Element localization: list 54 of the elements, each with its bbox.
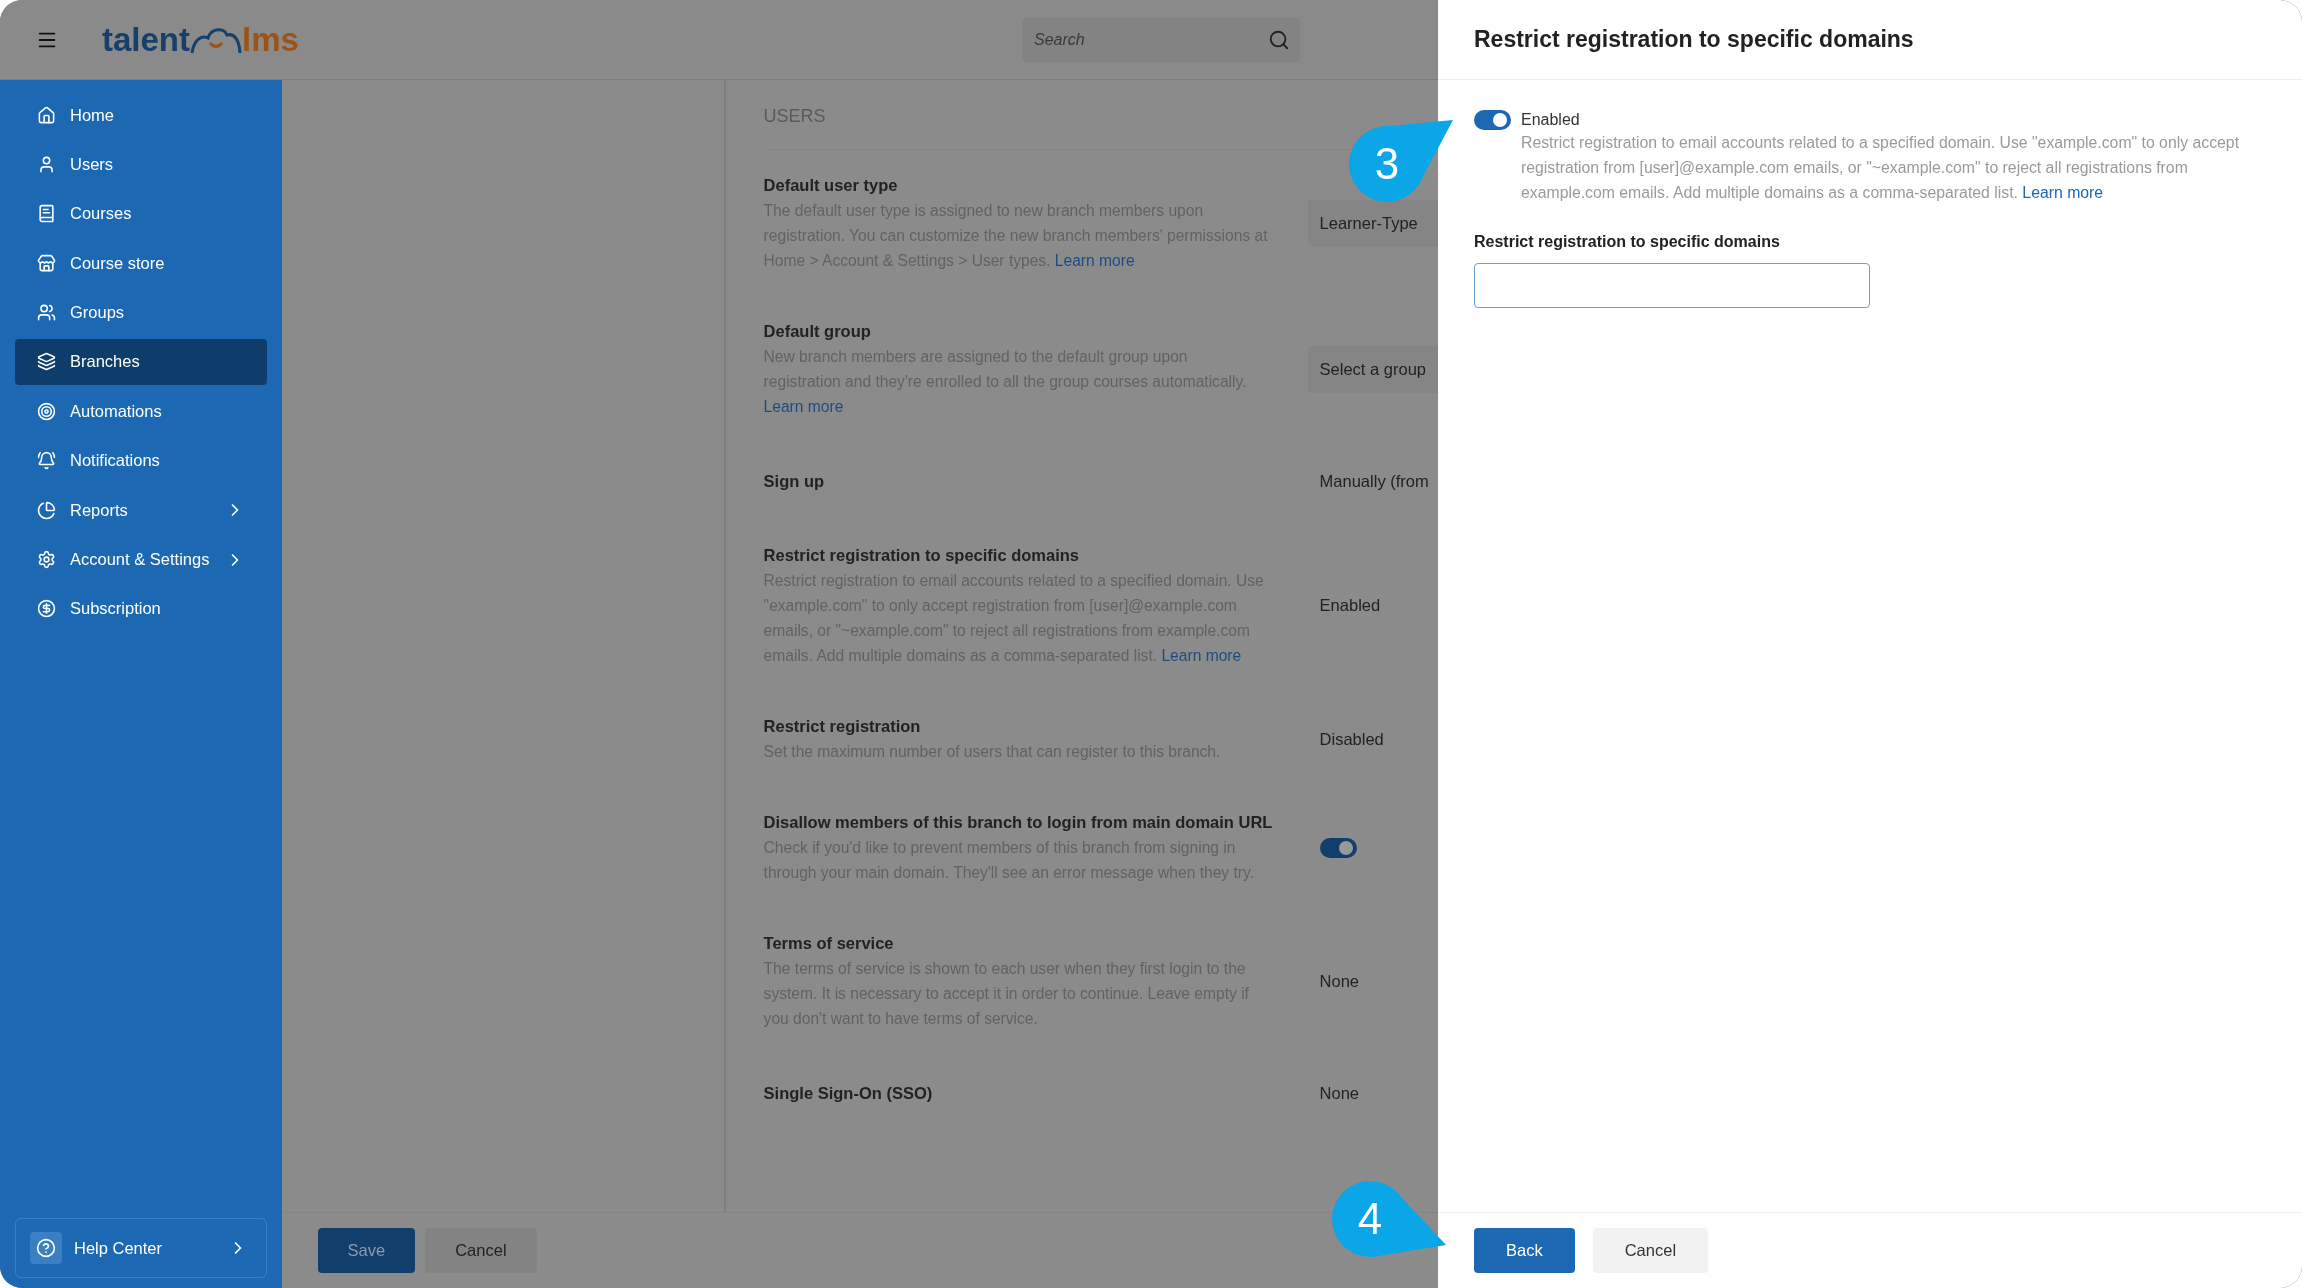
setting-title: Default user type [763,175,899,196]
setting-title: Single Sign-On (SSO) [763,1082,934,1104]
setting-value: Disabled [1319,729,1384,748]
search-icon[interactable] [1268,28,1290,51]
drawer-title: Restrict registration to specific domains [1474,26,1914,53]
sidebar-item[interactable]: Reports [15,487,267,534]
drawer-description: Restrict registration to email accounts related to a specified domain. Use "example.com" to only accept registration from [user]@example.com emails, or "~example.com" to reject all registrations from example.com emails. Add multiple domains as a comma-separated list. Learn more [1521,133,2241,203]
gear-icon [37,550,56,569]
field-label: Restrict registration to specific domains [1474,233,1781,251]
house-icon [37,105,56,125]
sidebar-item[interactable]: Course store [15,240,267,287]
sidebar-item[interactable]: Automations [15,388,267,435]
layers-icon [37,352,56,372]
logo: talent lms [102,20,299,59]
toggle-switch[interactable] [1474,110,1511,130]
setting-value: None [1319,971,1360,990]
sidebar-item[interactable]: Subscription [15,585,267,632]
target-icon [37,401,56,421]
store-icon [37,253,56,273]
user-icon [37,154,56,174]
toggle-switch[interactable] [1319,837,1357,858]
pie-chart-icon [37,500,56,520]
help-icon [30,1232,62,1264]
cancel-button[interactable]: Cancel [1592,1228,1709,1273]
dollar-icon [37,599,56,619]
select-field[interactable]: Learner-Type [1307,199,1438,247]
search-field[interactable]: Search [1022,17,1300,62]
setting-title: Default group [763,321,872,342]
domains-input[interactable] [1474,263,1870,308]
sidebar-item[interactable]: Home [15,92,267,138]
sidebar-item[interactable]: Users [15,141,267,188]
setting-value: None [1319,1083,1360,1102]
setting-title: Sign up [763,470,826,492]
save-button[interactable]: Save [317,1228,416,1273]
setting-title: Disallow members of this branch to login from main domain URL [763,812,1274,833]
sidebar-item[interactable]: Notifications [15,437,267,484]
sidebar-item[interactable]: Groups [15,289,267,336]
setting-value: Enabled [1319,596,1381,614]
help-center-item[interactable]: Help Center [15,1218,267,1278]
toggle-label: Enabled [1521,111,1580,129]
cancel-button[interactable]: Cancel [425,1228,537,1273]
setting-title: Restrict registration [763,716,922,737]
bell-icon [37,451,56,471]
back-button[interactable]: Back [1474,1228,1575,1273]
setting-title: Restrict registration to specific domains [763,545,1080,566]
book-icon [37,204,56,224]
setting-value: Manually (from [1319,471,1429,490]
sidebar-item[interactable]: Courses [15,190,267,237]
sidebar-item[interactable]: Branches [15,338,267,385]
select-field[interactable]: Select a group [1307,345,1438,393]
learn-more-link[interactable]: Learn more [2022,184,2104,201]
setting-title: Terms of service [763,933,895,954]
sidebar-item[interactable]: Account & Settings [15,536,267,583]
group-icon [37,303,56,323]
